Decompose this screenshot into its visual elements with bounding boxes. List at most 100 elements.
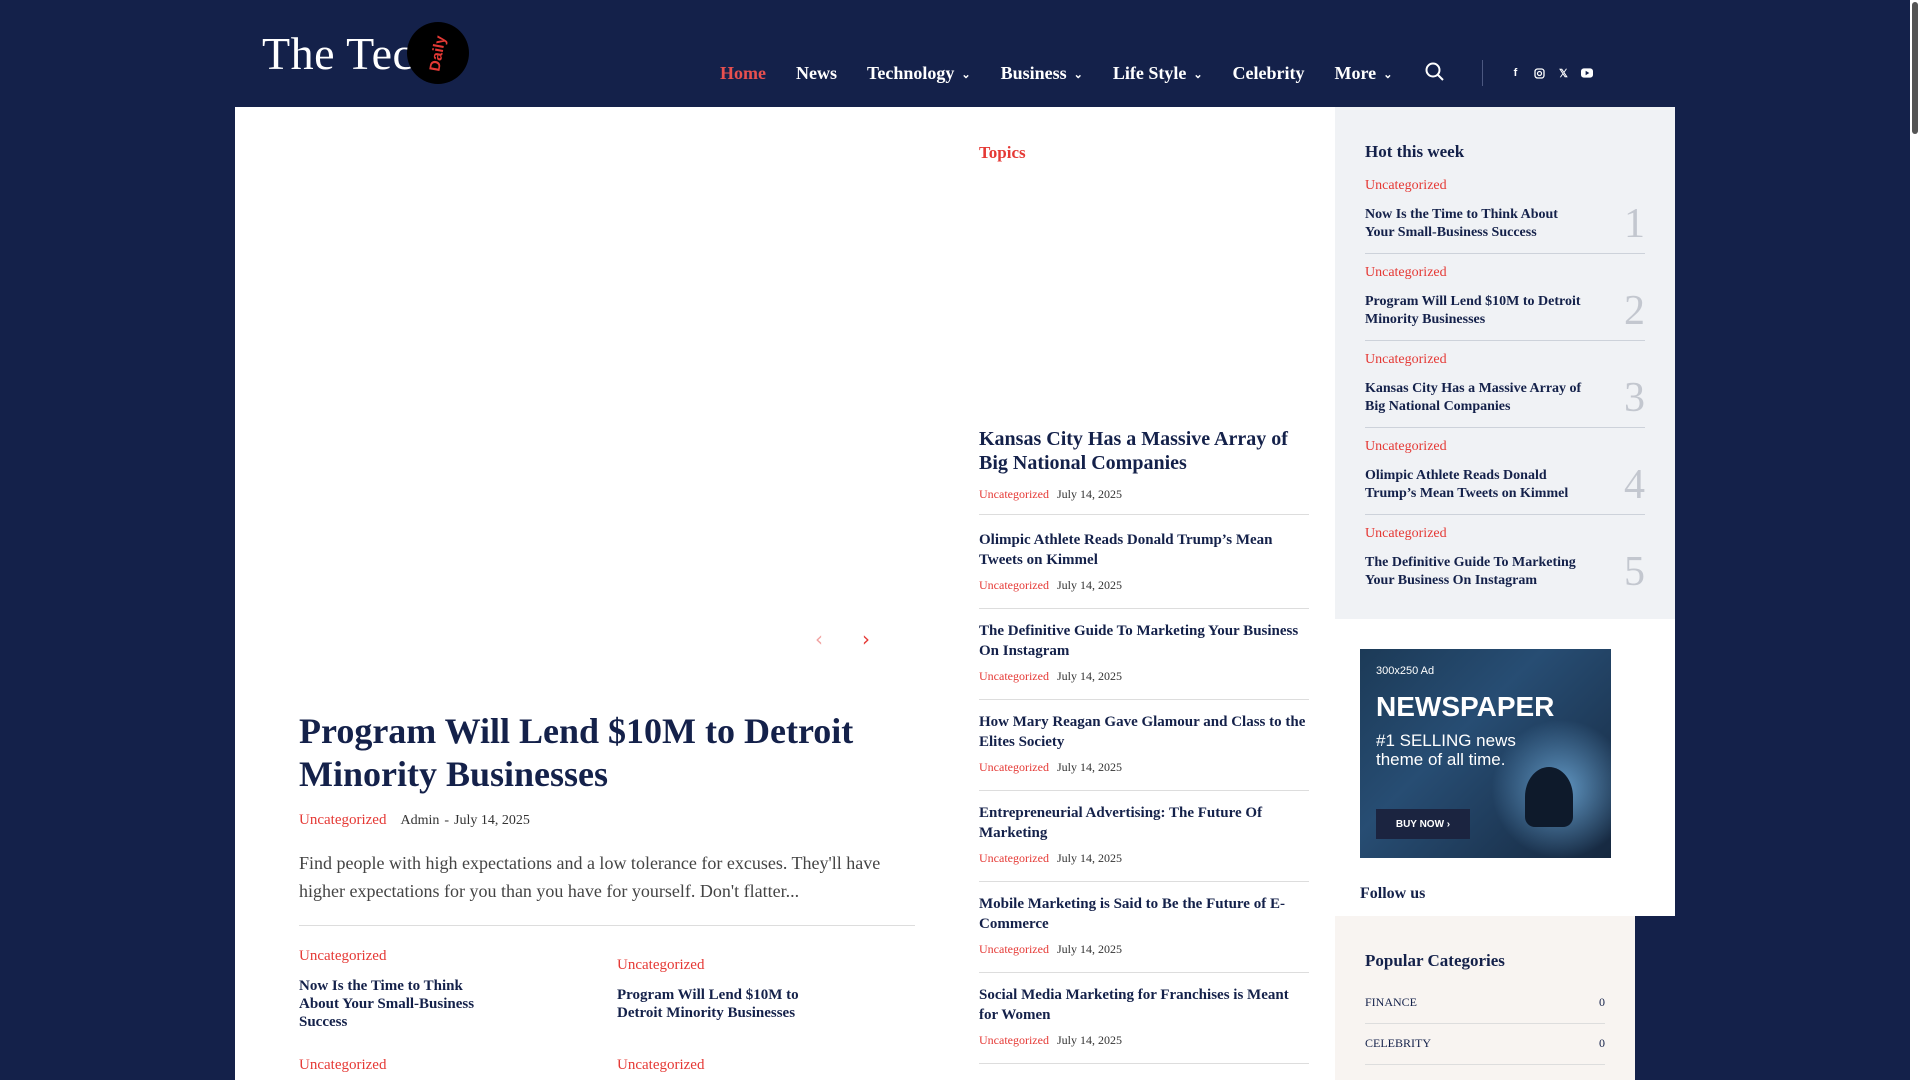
hot-item[interactable]: Uncategorized Now Is the Time to Think A… xyxy=(1365,178,1645,247)
nav-more-label: More xyxy=(1334,62,1377,83)
hot-item-title[interactable]: Now Is the Time to Think About Your Smal… xyxy=(1365,206,1585,242)
search-button[interactable] xyxy=(1424,61,1448,85)
topic-item[interactable]: Entrepreneurial Advertising: The Future … xyxy=(979,803,1309,866)
topic-category[interactable]: Uncategorized xyxy=(979,1033,1049,1048)
small-card-title[interactable]: Now Is the Time to Think About Your Smal… xyxy=(299,977,499,1031)
nav-home[interactable]: Home xyxy=(720,63,766,84)
hot-item-category[interactable]: Uncategorized xyxy=(1365,526,1645,542)
site-logo[interactable]: The Tech Daily xyxy=(262,20,469,86)
slider-next-arrow-icon[interactable]: › xyxy=(862,627,870,651)
topic-item[interactable]: Olimpic Athlete Reads Donald Trump’s Mea… xyxy=(979,530,1309,593)
topic-date: July 14, 2025 xyxy=(1056,669,1122,683)
category-row[interactable]: CELEBRITY 0 xyxy=(1365,1036,1605,1051)
hot-item-category[interactable]: Uncategorized xyxy=(1365,352,1645,368)
topic-item[interactable]: Social Media Marketing for Franchises is… xyxy=(979,985,1309,1048)
small-card-category[interactable]: Uncategorized xyxy=(617,1057,817,1074)
hot-item[interactable]: Uncategorized Olimpic Athlete Reads Dona… xyxy=(1365,439,1645,508)
chevron-down-icon: ⌄ xyxy=(1193,68,1203,81)
hot-item-number: 2 xyxy=(1624,288,1645,334)
divider xyxy=(979,881,1309,882)
topic-category[interactable]: Uncategorized xyxy=(979,851,1049,866)
hot-item-category[interactable]: Uncategorized xyxy=(1365,265,1645,281)
hot-item-category[interactable]: Uncategorized xyxy=(1365,439,1645,455)
topic-category[interactable]: Uncategorized xyxy=(979,487,1049,502)
small-card-category[interactable]: Uncategorized xyxy=(617,957,817,974)
topic-item-title[interactable]: The Definitive Guide To Marketing Your B… xyxy=(979,621,1309,661)
topic-lead[interactable]: Kansas City Has a Massive Array of Big N… xyxy=(979,427,1309,502)
topic-item-title[interactable]: Mobile Marketing is Said to Be the Futur… xyxy=(979,894,1309,934)
facebook-icon[interactable]: f xyxy=(1509,67,1521,79)
hot-item-number: 3 xyxy=(1624,375,1645,421)
small-card[interactable]: Uncategorized Now Is the Time to Think A… xyxy=(299,948,499,1031)
topic-item-title[interactable]: Olimpic Athlete Reads Donald Trump’s Mea… xyxy=(979,530,1309,570)
ad-headline: NEWSPAPER xyxy=(1376,691,1555,722)
topic-meta: Uncategorized July 14, 2025 xyxy=(979,942,1309,957)
topic-category[interactable]: Uncategorized xyxy=(979,942,1049,957)
topic-category[interactable]: Uncategorized xyxy=(979,669,1049,684)
hot-item[interactable]: Uncategorized Kansas City Has a Massive … xyxy=(1365,352,1645,421)
divider xyxy=(979,790,1309,791)
divider xyxy=(979,514,1309,515)
nav-lifestyle-label: Life Style xyxy=(1112,62,1187,83)
small-card-category[interactable]: Uncategorized xyxy=(299,948,499,965)
featured-category[interactable]: Uncategorized xyxy=(299,812,386,829)
topic-date: July 14, 2025 xyxy=(1056,851,1122,865)
topic-item[interactable]: The Definitive Guide To Marketing Your B… xyxy=(979,621,1309,684)
category-name[interactable]: CELEBRITY xyxy=(1365,1036,1431,1051)
page-scrollbar[interactable] xyxy=(1910,0,1920,1080)
nav-technology[interactable]: Technology ⌄ xyxy=(867,63,971,84)
hot-item-number: 5 xyxy=(1624,549,1645,595)
hot-item-title[interactable]: Olimpic Athlete Reads Donald Trump’s Mea… xyxy=(1365,467,1585,503)
hot-item[interactable]: Uncategorized The Definitive Guide To Ma… xyxy=(1365,526,1645,595)
youtube-icon[interactable] xyxy=(1581,67,1594,79)
site-header: The Tech Daily Home News Technology ⌄ Bus… xyxy=(0,0,1920,107)
hot-item[interactable]: Uncategorized Program Will Lend $10M to … xyxy=(1365,265,1645,334)
topic-item[interactable]: How Mary Reagan Gave Glamour and Class t… xyxy=(979,712,1309,775)
instagram-icon[interactable] xyxy=(1533,67,1545,79)
popular-categories-panel: Popular Categories FINANCE 0 CELEBRITY 0 xyxy=(1335,916,1635,1080)
scrollbar-thumb[interactable] xyxy=(1912,2,1918,134)
divider xyxy=(1365,514,1645,515)
nav-lifestyle[interactable]: Life Style ⌄ xyxy=(1113,63,1203,84)
divider xyxy=(299,925,915,926)
topic-lead-title[interactable]: Kansas City Has a Massive Array of Big N… xyxy=(979,427,1309,475)
hot-item-category[interactable]: Uncategorized xyxy=(1365,178,1645,194)
topic-date: July 14, 2025 xyxy=(1056,578,1122,592)
small-card-title[interactable]: Program Will Lend $10M to Detroit Minori… xyxy=(617,986,827,1022)
topic-meta: Uncategorized July 14, 2025 xyxy=(979,578,1309,593)
divider xyxy=(1365,253,1645,254)
nav-more[interactable]: More ⌄ xyxy=(1335,63,1393,84)
topic-date: July 14, 2025 xyxy=(1056,487,1122,501)
topic-category[interactable]: Uncategorized xyxy=(979,578,1049,593)
nav-celebrity[interactable]: Celebrity xyxy=(1233,63,1305,84)
hot-item-number: 4 xyxy=(1624,462,1645,508)
nav-business[interactable]: Business ⌄ xyxy=(1001,63,1083,84)
topic-category[interactable]: Uncategorized xyxy=(979,760,1049,775)
topic-item[interactable]: Mobile Marketing is Said to Be the Futur… xyxy=(979,894,1309,957)
ad-buy-now-button[interactable]: BUY NOW › xyxy=(1376,809,1470,839)
featured-author[interactable]: Admin xyxy=(400,813,439,829)
small-card-category[interactable]: Uncategorized xyxy=(299,1057,499,1074)
hot-item-title[interactable]: Kansas City Has a Massive Array of Big N… xyxy=(1365,380,1585,416)
hot-item-title[interactable]: The Definitive Guide To Marketing Your B… xyxy=(1365,554,1585,590)
topic-item-title[interactable]: How Mary Reagan Gave Glamour and Class t… xyxy=(979,712,1309,752)
category-name[interactable]: FINANCE xyxy=(1365,995,1417,1010)
featured-slider[interactable] xyxy=(299,107,915,667)
category-row[interactable]: FINANCE 0 xyxy=(1365,995,1605,1010)
small-card[interactable]: Uncategorized Program Will Lend $10M to … xyxy=(617,957,817,1022)
topic-meta: Uncategorized July 14, 2025 xyxy=(979,1033,1309,1048)
ad-person-image xyxy=(1525,767,1573,827)
category-count: 0 xyxy=(1599,995,1605,1009)
slider-prev-arrow-icon[interactable]: ‹ xyxy=(815,627,823,651)
featured-title[interactable]: Program Will Lend $10M to Detroit Minori… xyxy=(299,710,919,796)
newspaper-ad[interactable]: 300x250 Ad NEWSPAPER #1 SELLING news the… xyxy=(1360,649,1611,858)
category-count: 0 xyxy=(1599,1036,1605,1050)
topic-item-title[interactable]: Entrepreneurial Advertising: The Future … xyxy=(979,803,1309,843)
small-card[interactable]: Uncategorized xyxy=(299,1057,499,1074)
hot-item-title[interactable]: Program Will Lend $10M to Detroit Minori… xyxy=(1365,293,1585,329)
hot-this-week-panel: Hot this week Uncategorized Now Is the T… xyxy=(1335,107,1675,619)
topic-item-title[interactable]: Social Media Marketing for Franchises is… xyxy=(979,985,1309,1025)
small-card[interactable]: Uncategorized xyxy=(617,1057,817,1074)
x-icon[interactable]: 𝕏 xyxy=(1557,67,1569,80)
nav-news[interactable]: News xyxy=(796,63,837,84)
